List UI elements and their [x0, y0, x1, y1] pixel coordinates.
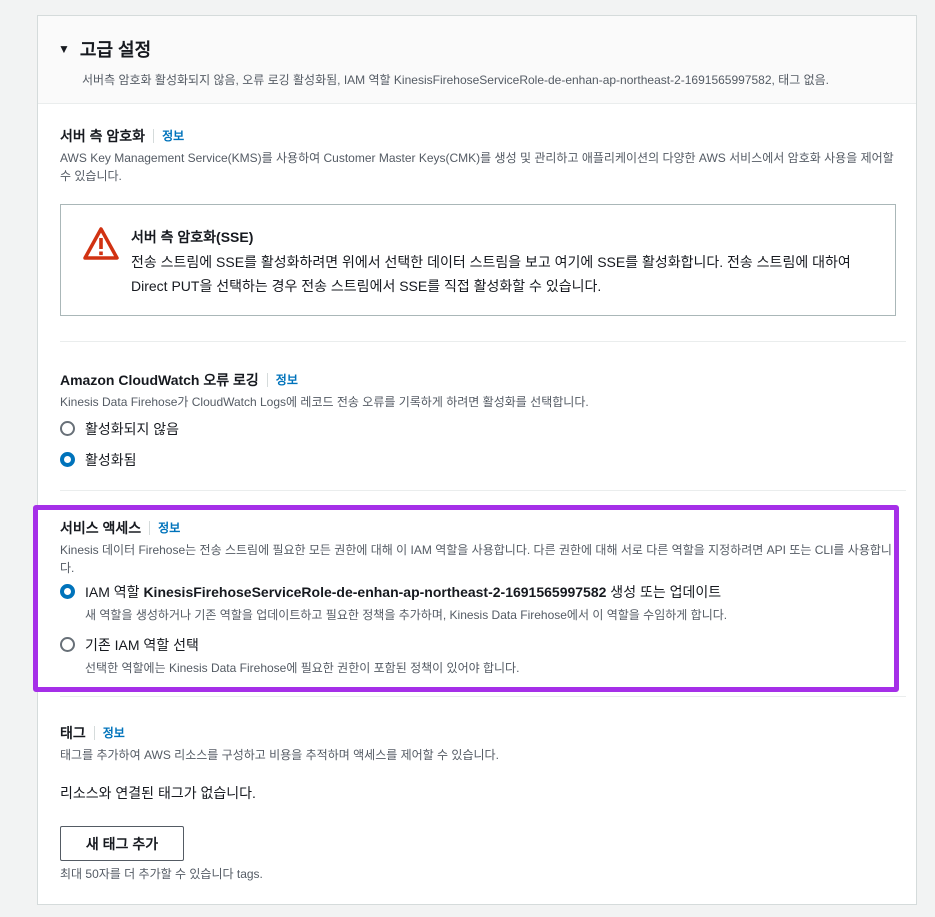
sse-alert-body: 전송 스트림에 SSE를 활성화하려면 위에서 선택한 데이터 스트림을 보고 … — [131, 254, 851, 294]
tags-info-link[interactable]: 정보 — [93, 726, 125, 740]
sse-alert-title: 서버 측 암호화(SSE) — [131, 229, 254, 245]
cloudwatch-title: Amazon CloudWatch 오류 로깅 — [60, 372, 259, 388]
sse-info-link[interactable]: 정보 — [153, 129, 184, 143]
sse-title: 서버 측 암호화 — [60, 128, 146, 144]
warning-icon — [83, 227, 119, 260]
sse-description: AWS Key Management Service(KMS)를 사용하여 Cu… — [60, 151, 894, 183]
radio-disabled[interactable] — [60, 421, 75, 436]
add-tag-button[interactable]: 새 태그 추가 — [60, 826, 184, 861]
cloudwatch-option-disabled[interactable]: 활성화되지 않음 — [60, 419, 896, 439]
cloudwatch-info-link[interactable]: 정보 — [266, 373, 298, 387]
cloudwatch-description: Kinesis Data Firehose가 CloudWatch Logs에 … — [60, 395, 589, 409]
caret-down-icon[interactable]: ▼ — [58, 42, 70, 56]
sse-section: 서버 측 암호화 정보 AWS Key Management Service(K… — [60, 126, 896, 185]
advanced-settings-header[interactable]: ▼ 고급 설정 서버측 암호화 활성화되지 않음, 오류 로깅 활성화됨, IA… — [38, 16, 916, 104]
tags-section: 태그 정보 태그를 추가하여 AWS 리소스를 구성하고 비용을 추적하며 액세… — [60, 723, 896, 803]
tags-limit-text: 최대 50자를 더 추가할 수 있습니다 tags. — [60, 867, 263, 881]
cloudwatch-section: Amazon CloudWatch 오류 로깅 정보 Kinesis Data … — [60, 370, 896, 470]
divider — [60, 490, 906, 491]
radio-enabled[interactable] — [60, 452, 75, 467]
radio-enabled-label: 활성화됨 — [85, 452, 137, 468]
tags-empty-text: 리소스와 연결된 태그가 없습니다. — [60, 785, 256, 801]
divider — [60, 341, 906, 342]
sse-warning-alert: 서버 측 암호화(SSE) 전송 스트림에 SSE를 활성화하려면 위에서 선택… — [60, 204, 896, 316]
radio-disabled-label: 활성화되지 않음 — [85, 421, 180, 437]
cloudwatch-option-enabled[interactable]: 활성화됨 — [60, 450, 896, 470]
divider — [60, 696, 906, 697]
advanced-settings-panel: ▼ 고급 설정 서버측 암호화 활성화되지 않음, 오류 로깅 활성화됨, IA… — [37, 15, 917, 905]
advanced-settings-summary: 서버측 암호화 활성화되지 않음, 오류 로깅 활성화됨, IAM 역할 Kin… — [82, 73, 829, 87]
advanced-settings-title: 고급 설정 — [79, 40, 152, 60]
tags-description: 태그를 추가하여 AWS 리소스를 구성하고 비용을 추적하며 액세스를 제어할… — [60, 748, 499, 762]
service-access-highlight — [33, 505, 899, 692]
tags-title: 태그 — [60, 725, 86, 741]
